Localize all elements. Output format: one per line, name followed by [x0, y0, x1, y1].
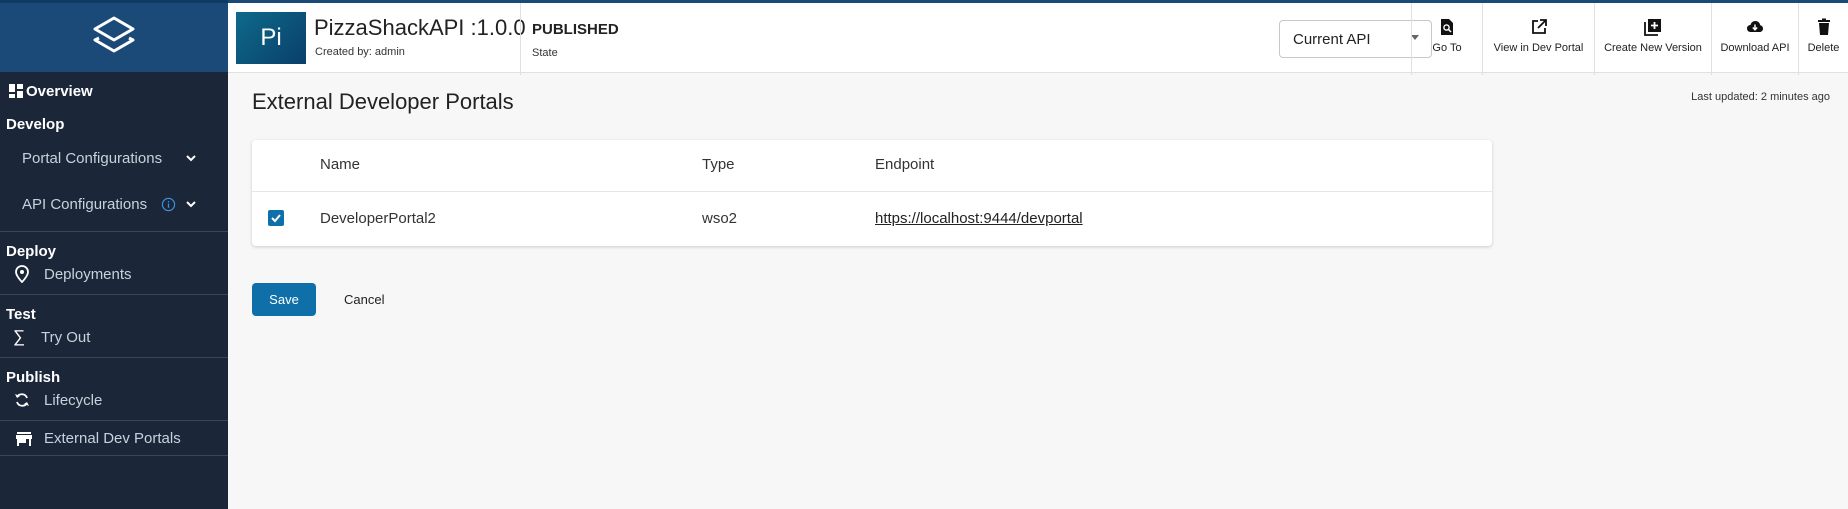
- divider: [0, 231, 228, 232]
- logo[interactable]: [0, 0, 228, 72]
- sidebar-item-portal-configurations[interactable]: Portal Configurations: [0, 141, 228, 175]
- divider: [0, 294, 228, 295]
- sidebar-item-external-dev-portals[interactable]: External Dev Portals: [0, 422, 228, 455]
- store-icon: [16, 431, 32, 446]
- divider: [0, 455, 228, 456]
- view-in-dev-portal-button[interactable]: View in Dev Portal: [1483, 3, 1594, 75]
- column-header-endpoint: Endpoint: [875, 156, 935, 173]
- section-title-deploy: Deploy: [6, 243, 57, 260]
- current-api-value: Current API: [1293, 30, 1371, 48]
- sidebar-item-lifecycle[interactable]: Lifecycle: [0, 386, 228, 414]
- section-title-develop: Develop: [6, 116, 65, 133]
- sidebar-item-label: Portal Configurations: [22, 149, 163, 167]
- divider: [0, 420, 228, 421]
- sidebar: Overview Develop Portal Configurations A…: [0, 0, 228, 509]
- create-new-version-button[interactable]: Create New Version: [1595, 3, 1711, 75]
- sidebar-item-label: Lifecycle: [44, 391, 103, 409]
- api-thumbnail: Pi: [236, 12, 306, 64]
- chevron-down-icon: [186, 155, 196, 162]
- add-box-icon: [1644, 19, 1661, 36]
- cancel-button[interactable]: Cancel: [344, 283, 384, 316]
- sidebar-item-label: Deployments: [44, 265, 132, 283]
- sidebar-item-label: Try Out: [41, 328, 91, 346]
- current-api-select[interactable]: Current API: [1279, 20, 1432, 58]
- sidebar-item-overview[interactable]: Overview: [0, 74, 228, 108]
- location-pin-icon: [15, 265, 29, 283]
- sidebar-item-label: External Dev Portals: [44, 430, 181, 447]
- last-updated: Last updated: 2 minutes ago: [1691, 91, 1830, 103]
- divider: [0, 357, 228, 358]
- download-api-label: Download API: [1720, 42, 1790, 54]
- checkmark-icon: [271, 214, 281, 223]
- table-header-row: Name Type Endpoint: [252, 140, 1492, 192]
- info-icon[interactable]: [161, 197, 176, 212]
- divider: [520, 3, 521, 75]
- api-title: PizzaShackAPI :1.0.0: [314, 15, 526, 40]
- api-state-label: State: [532, 47, 558, 59]
- sidebar-item-label: API Configurations: [22, 195, 148, 213]
- page-title: External Developer Portals: [252, 89, 514, 114]
- save-button[interactable]: Save: [252, 283, 316, 316]
- portal-name: DeveloperPortal2: [320, 210, 436, 227]
- dashboard-icon: [9, 84, 23, 98]
- cloud-download-icon: [1747, 21, 1763, 32]
- delete-label: Delete: [1807, 42, 1840, 54]
- api-created-by: Created by: admin: [315, 46, 405, 58]
- sigma-icon: ∑: [13, 327, 26, 346]
- sidebar-item-api-configurations[interactable]: API Configurations: [0, 187, 228, 221]
- go-to-label: Go To: [1432, 42, 1462, 54]
- sidebar-item-deployments[interactable]: Deployments: [0, 260, 228, 288]
- dev-portals-table: Name Type Endpoint DeveloperPortal2 wso2…: [252, 140, 1492, 246]
- refresh-icon: [15, 393, 29, 407]
- sidebar-item-try-out[interactable]: ∑ Try Out: [0, 323, 228, 351]
- sidebar-item-label: Overview: [26, 82, 93, 100]
- go-to-button[interactable]: Go To: [1412, 3, 1482, 75]
- search-document-icon: [1441, 19, 1453, 35]
- column-header-name: Name: [320, 156, 361, 173]
- portal-endpoint-link[interactable]: https://localhost:9444/devportal: [875, 210, 1083, 227]
- create-new-version-label: Create New Version: [1604, 42, 1702, 54]
- stacked-layers-icon: [93, 16, 135, 52]
- view-in-dev-portal-label: View in Dev Portal: [1493, 42, 1584, 54]
- portal-type: wso2: [702, 210, 738, 227]
- api-state-value: PUBLISHED: [532, 21, 619, 38]
- column-header-type: Type: [702, 156, 735, 173]
- download-api-button[interactable]: Download API: [1712, 3, 1798, 75]
- delete-button[interactable]: Delete: [1799, 3, 1848, 75]
- section-title-publish: Publish: [6, 369, 61, 386]
- open-in-new-icon: [1531, 19, 1547, 34]
- row-checkbox[interactable]: [268, 210, 284, 226]
- section-title-test: Test: [6, 306, 36, 323]
- trash-icon: [1817, 18, 1830, 35]
- api-header: Pi PizzaShackAPI :1.0.0 Created by: admi…: [228, 0, 1848, 75]
- chevron-down-icon: [186, 201, 196, 208]
